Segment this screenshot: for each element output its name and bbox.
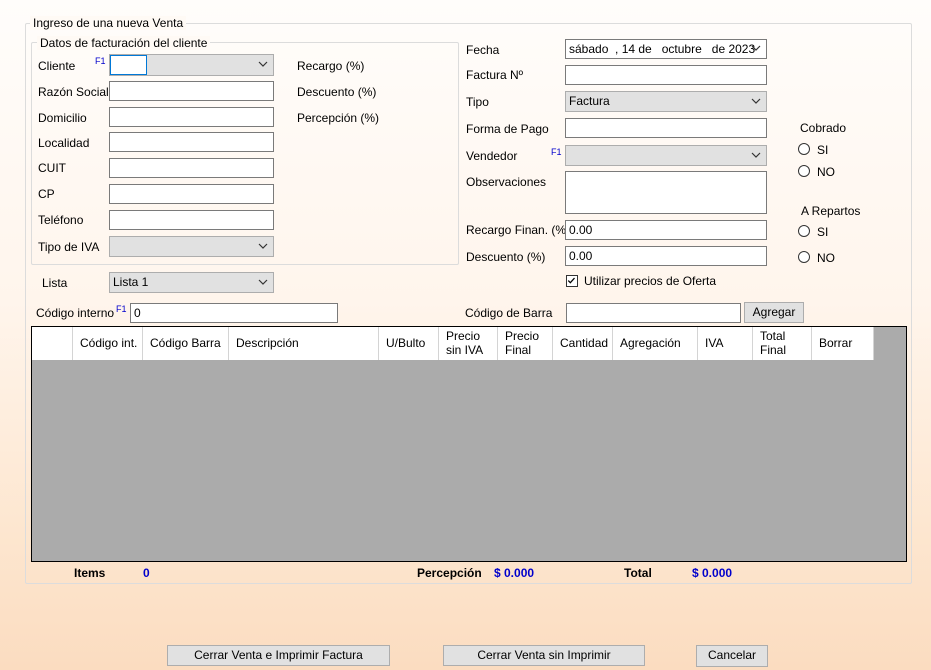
oferta-checkbox-label: Utilizar precios de Oferta: [584, 274, 717, 288]
total-value: $ 0.000: [692, 566, 733, 580]
agregar-button[interactable]: Agregar: [744, 302, 804, 323]
nueva-venta-group-title: Ingreso de una nueva Venta: [30, 16, 187, 30]
vendedor-combo[interactable]: [565, 145, 767, 166]
col-header-agregacion[interactable]: Agregación: [613, 327, 698, 360]
col-header-descripcion[interactable]: Descripción: [229, 327, 379, 360]
cuit-field[interactable]: [109, 158, 274, 178]
cobrado-si-label: SI: [817, 143, 829, 157]
localidad-label: Localidad: [38, 136, 90, 150]
chevron-down-icon: [751, 45, 761, 51]
cerrar-sin-imprimir-button[interactable]: Cerrar Venta sin Imprimir: [443, 645, 645, 666]
recargo-label: Recargo (%): [297, 59, 365, 73]
cobrado-no-radio[interactable]: [798, 165, 810, 177]
col-header-u-bulto[interactable]: U/Bulto: [379, 327, 439, 360]
grid-row-header-corner: [32, 327, 73, 360]
repartos-si-radio[interactable]: [798, 225, 810, 237]
cp-field[interactable]: [109, 184, 274, 204]
cliente-f1-hint: F1: [95, 56, 106, 66]
col-header-precio-sin-iva[interactable]: Precio sin IVA: [439, 327, 498, 360]
chevron-down-icon: [751, 152, 761, 158]
items-grid[interactable]: Código int. Código Barra Descripción U/B…: [31, 326, 907, 562]
vendedor-label: Vendedor: [466, 149, 518, 163]
col-header-codigo-int[interactable]: Código int.: [73, 327, 143, 360]
lista-combo[interactable]: Lista 1: [109, 272, 274, 293]
checkmark-icon: [567, 277, 575, 284]
codigo-barra-field[interactable]: [566, 303, 741, 323]
fecha-label: Fecha: [466, 43, 500, 57]
cuit-label: CUIT: [38, 161, 66, 175]
total-label: Total: [624, 566, 652, 580]
vendedor-f1-hint: F1: [551, 147, 562, 157]
telefono-field[interactable]: [109, 210, 274, 230]
cp-label: CP: [38, 187, 55, 201]
items-label: Items: [74, 566, 106, 580]
descuento-pct-label: Descuento (%): [297, 85, 377, 99]
recargo-finan-field[interactable]: [565, 220, 767, 240]
recargo-finan-label: Recargo Finan. (%): [466, 223, 571, 237]
fecha-picker[interactable]: sábado , 14 de octubre de 2023: [565, 39, 767, 59]
col-header-codigo-barra[interactable]: Código Barra: [143, 327, 229, 360]
col-header-iva[interactable]: IVA: [698, 327, 753, 360]
percepcion-value: $ 0.000: [494, 566, 535, 580]
factura-no-field[interactable]: [565, 65, 767, 85]
cancelar-button[interactable]: Cancelar: [696, 645, 768, 667]
descuento-label: Descuento (%): [466, 250, 546, 264]
fecha-value: sábado , 14 de octubre de 2023: [569, 42, 756, 56]
tipo-iva-combo[interactable]: [109, 236, 274, 257]
domicilio-label: Domicilio: [38, 111, 87, 125]
col-header-cantidad[interactable]: Cantidad: [553, 327, 613, 360]
col-header-total-final[interactable]: Total Final: [753, 327, 812, 360]
items-count: 0: [143, 566, 150, 580]
cliente-label: Cliente: [38, 59, 76, 73]
forma-pago-field[interactable]: [565, 118, 767, 138]
codigo-barra-label: Código de Barra: [465, 306, 553, 320]
lista-value: Lista 1: [113, 275, 149, 289]
chevron-down-icon: [258, 279, 268, 285]
factura-no-label: Factura Nº: [466, 68, 524, 82]
repartos-si-label: SI: [817, 225, 829, 239]
localidad-field[interactable]: [109, 132, 274, 152]
descuento-field[interactable]: [565, 246, 767, 266]
repartos-no-radio[interactable]: [798, 251, 810, 263]
col-header-precio-final[interactable]: Precio Final: [498, 327, 553, 360]
forma-pago-label: Forma de Pago: [466, 122, 549, 136]
cliente-input-focus[interactable]: [110, 55, 147, 75]
cobrado-si-radio[interactable]: [798, 143, 810, 155]
razon-social-label: Razón Social: [38, 85, 109, 99]
cobrado-label: Cobrado: [800, 121, 847, 135]
cobrado-no-label: NO: [817, 165, 835, 179]
tipo-iva-label: Tipo de IVA: [38, 240, 100, 254]
col-header-borrar[interactable]: Borrar: [812, 327, 874, 360]
observaciones-field[interactable]: [565, 171, 767, 214]
tipo-value: Factura: [569, 94, 610, 108]
repartos-no-label: NO: [817, 251, 835, 265]
cerrar-imprimir-button[interactable]: Cerrar Venta e Imprimir Factura: [167, 645, 390, 666]
codigo-interno-f1-hint: F1: [116, 304, 127, 314]
tipo-label: Tipo: [466, 95, 489, 109]
a-repartos-label: A Repartos: [801, 204, 861, 218]
domicilio-field[interactable]: [109, 107, 274, 127]
chevron-down-icon: [258, 61, 268, 67]
percepcion-pct-label: Percepción (%): [297, 111, 380, 125]
chevron-down-icon: [751, 98, 761, 104]
lista-label: Lista: [42, 276, 68, 290]
oferta-checkbox[interactable]: [566, 275, 578, 287]
telefono-label: Teléfono: [38, 213, 84, 227]
tipo-combo[interactable]: Factura: [565, 91, 767, 112]
cliente-combo[interactable]: [109, 54, 274, 76]
razon-social-field[interactable]: [109, 81, 274, 101]
codigo-interno-field[interactable]: [130, 303, 338, 323]
percepcion-label: Percepción: [417, 566, 482, 580]
chevron-down-icon: [258, 243, 268, 249]
client-group-title: Datos de facturación del cliente: [37, 36, 211, 50]
observaciones-label: Observaciones: [466, 175, 547, 189]
codigo-interno-label: Código interno: [36, 306, 115, 320]
